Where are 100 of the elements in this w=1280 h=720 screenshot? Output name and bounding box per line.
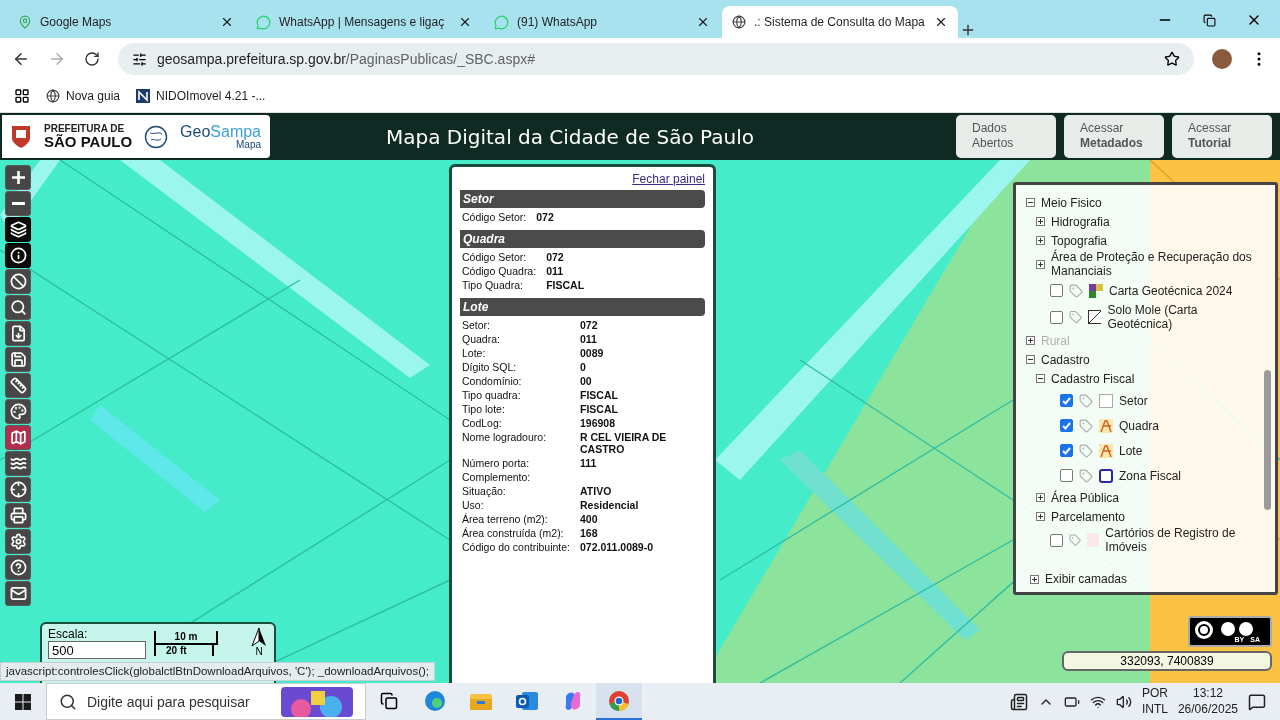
map-tool-button[interactable] [5,217,31,242]
site-settings-icon[interactable] [132,51,147,67]
reload-icon[interactable] [84,51,100,67]
map-tool-button[interactable] [5,529,31,554]
expand-icon[interactable] [1030,574,1039,584]
layer-checkbox[interactable] [1060,469,1073,482]
layer-group-label[interactable]: Topografia [1051,233,1108,248]
map-tool-button[interactable] [5,581,31,606]
collapse-icon[interactable] [1026,198,1035,207]
close-icon[interactable] [458,15,472,29]
browser-tab[interactable]: .: Sistema de Consulta do Mapa [722,6,958,38]
bookmark-star-icon[interactable] [1164,51,1180,67]
taskbar-search-field[interactable]: Digite aqui para pesquisar [46,683,366,720]
printer-icon [9,507,27,524]
layer-group-label[interactable]: Área Pública [1051,490,1120,505]
map-tool-button[interactable] [5,477,31,502]
layer-checkbox[interactable] [1060,444,1073,457]
close-icon[interactable] [220,15,234,29]
field-label: Código do contribuinte: [462,541,570,553]
new-tab-icon[interactable] [960,22,976,38]
browser-tab[interactable]: Google Maps [8,6,244,38]
field-label: Código Setor: [462,251,528,263]
scale-input[interactable]: 500 [48,641,146,659]
browser-tab[interactable]: WhatsApp | Mensagens e ligaç [246,6,482,38]
collapse-icon[interactable] [1026,355,1035,364]
legend-swatch-icon [1089,283,1103,298]
city-name: PREFEITURA DE [44,124,126,134]
map-tool-button[interactable] [5,347,31,372]
layer-checkbox[interactable] [1050,533,1063,547]
map-tool-button[interactable] [5,399,31,424]
layer-label[interactable]: Solo Mole (Carta Geotécnica) [1107,303,1257,331]
close-icon[interactable] [696,15,710,29]
map-tool-button[interactable] [5,269,31,294]
edge-browser-icon[interactable] [424,689,446,712]
header-link[interactable]: Acessar Tutorial [1172,115,1272,158]
scrollbar-thumb[interactable] [1264,370,1271,510]
back-icon[interactable] [12,50,30,68]
expand-icon[interactable] [1036,259,1045,269]
info-icon [9,247,27,264]
layer-group-label[interactable]: Parcelamento [1051,509,1126,524]
field-label: Tipo quadra: [462,389,522,401]
layer-group-label[interactable]: Hidrografia [1051,214,1110,229]
collapse-icon[interactable] [1036,374,1045,383]
layer-group-label[interactable]: Área de Proteção e Recuperação dos Mananciais [1051,250,1257,278]
windows-logo-icon[interactable] [15,693,31,710]
map-tool-button[interactable] [5,373,31,398]
show-layers-toggle[interactable]: Exibir camadas [1045,572,1128,586]
close-panel-link[interactable]: Fechar painel [632,172,705,186]
bookmark[interactable]: NIDOImovel 4.21 -... [136,89,266,103]
map-tool-button[interactable] [5,503,31,528]
apps-icon[interactable] [14,88,30,104]
globe-icon [732,15,746,29]
layer-label[interactable]: Carta Geotécnica 2024 [1109,283,1233,298]
profile-avatar[interactable] [1212,49,1232,69]
task-view-icon[interactable] [380,691,398,710]
tag-icon [1079,443,1093,458]
map-tool-button[interactable] [5,243,31,268]
field-value: FISCAL [580,389,619,401]
layer-checkbox[interactable] [1050,310,1063,324]
layer-checkbox[interactable] [1060,419,1073,432]
bookmark[interactable]: Nova guia [46,89,121,103]
map-tool-button[interactable] [5,295,31,320]
layer-checkbox[interactable] [1050,284,1063,297]
close-icon[interactable] [934,15,948,29]
map-tool-button[interactable] [5,321,31,346]
browser-tab[interactable]: (91) WhatsApp [484,6,720,38]
field-label: Nome logradouro: [462,431,548,445]
field-label: Setor: [462,319,491,331]
map-tool-button[interactable] [5,165,31,190]
language-indicator[interactable]: POR INTL [1141,685,1168,718]
layer-label[interactable]: Cartórios de Registro de Imóveis [1105,526,1257,554]
layer-label[interactable]: Setor [1119,393,1148,408]
expand-icon[interactable] [1036,493,1045,502]
notifications-icon[interactable] [1248,692,1266,711]
expand-icon[interactable] [1036,512,1045,521]
outlook-icon[interactable] [516,689,538,712]
layer-checkbox[interactable] [1060,394,1073,407]
restore-icon[interactable] [1203,13,1216,27]
layer-group-label[interactable]: Meio Fisico [1041,195,1102,210]
legend-swatch-icon [1099,443,1113,458]
chrome-browser-icon[interactable] [608,689,630,712]
volume-icon[interactable] [1115,693,1132,710]
layer-label[interactable]: Zona Fiscal [1119,468,1182,483]
map-tool-button[interactable] [5,425,31,450]
expand-icon[interactable] [1036,217,1045,226]
section-header: Lote [460,298,705,316]
map-tool-button[interactable] [5,555,31,580]
map-tool-button[interactable] [5,191,31,216]
layer-label[interactable]: Quadra [1119,418,1160,433]
layer-group-label[interactable]: Cadastro Fiscal [1051,371,1135,386]
header-link[interactable]: Acessar Metadados [1064,115,1164,158]
clock[interactable]: 13:12 26/06/2025 [1177,685,1238,718]
map-tool-button[interactable] [5,451,31,476]
layer-label[interactable]: Lote [1119,443,1143,458]
header-link[interactable]: Dados Abertos [956,115,1056,158]
field-label: Condomínio: [462,375,523,387]
news-icon[interactable] [1009,692,1028,711]
layer-group-label[interactable]: Cadastro [1041,352,1090,367]
address-bar[interactable]: geosampa.prefeitura.sp.gov.br/PaginasPublicas/_SBC.aspx# [118,43,1194,75]
expand-icon[interactable] [1036,236,1045,245]
